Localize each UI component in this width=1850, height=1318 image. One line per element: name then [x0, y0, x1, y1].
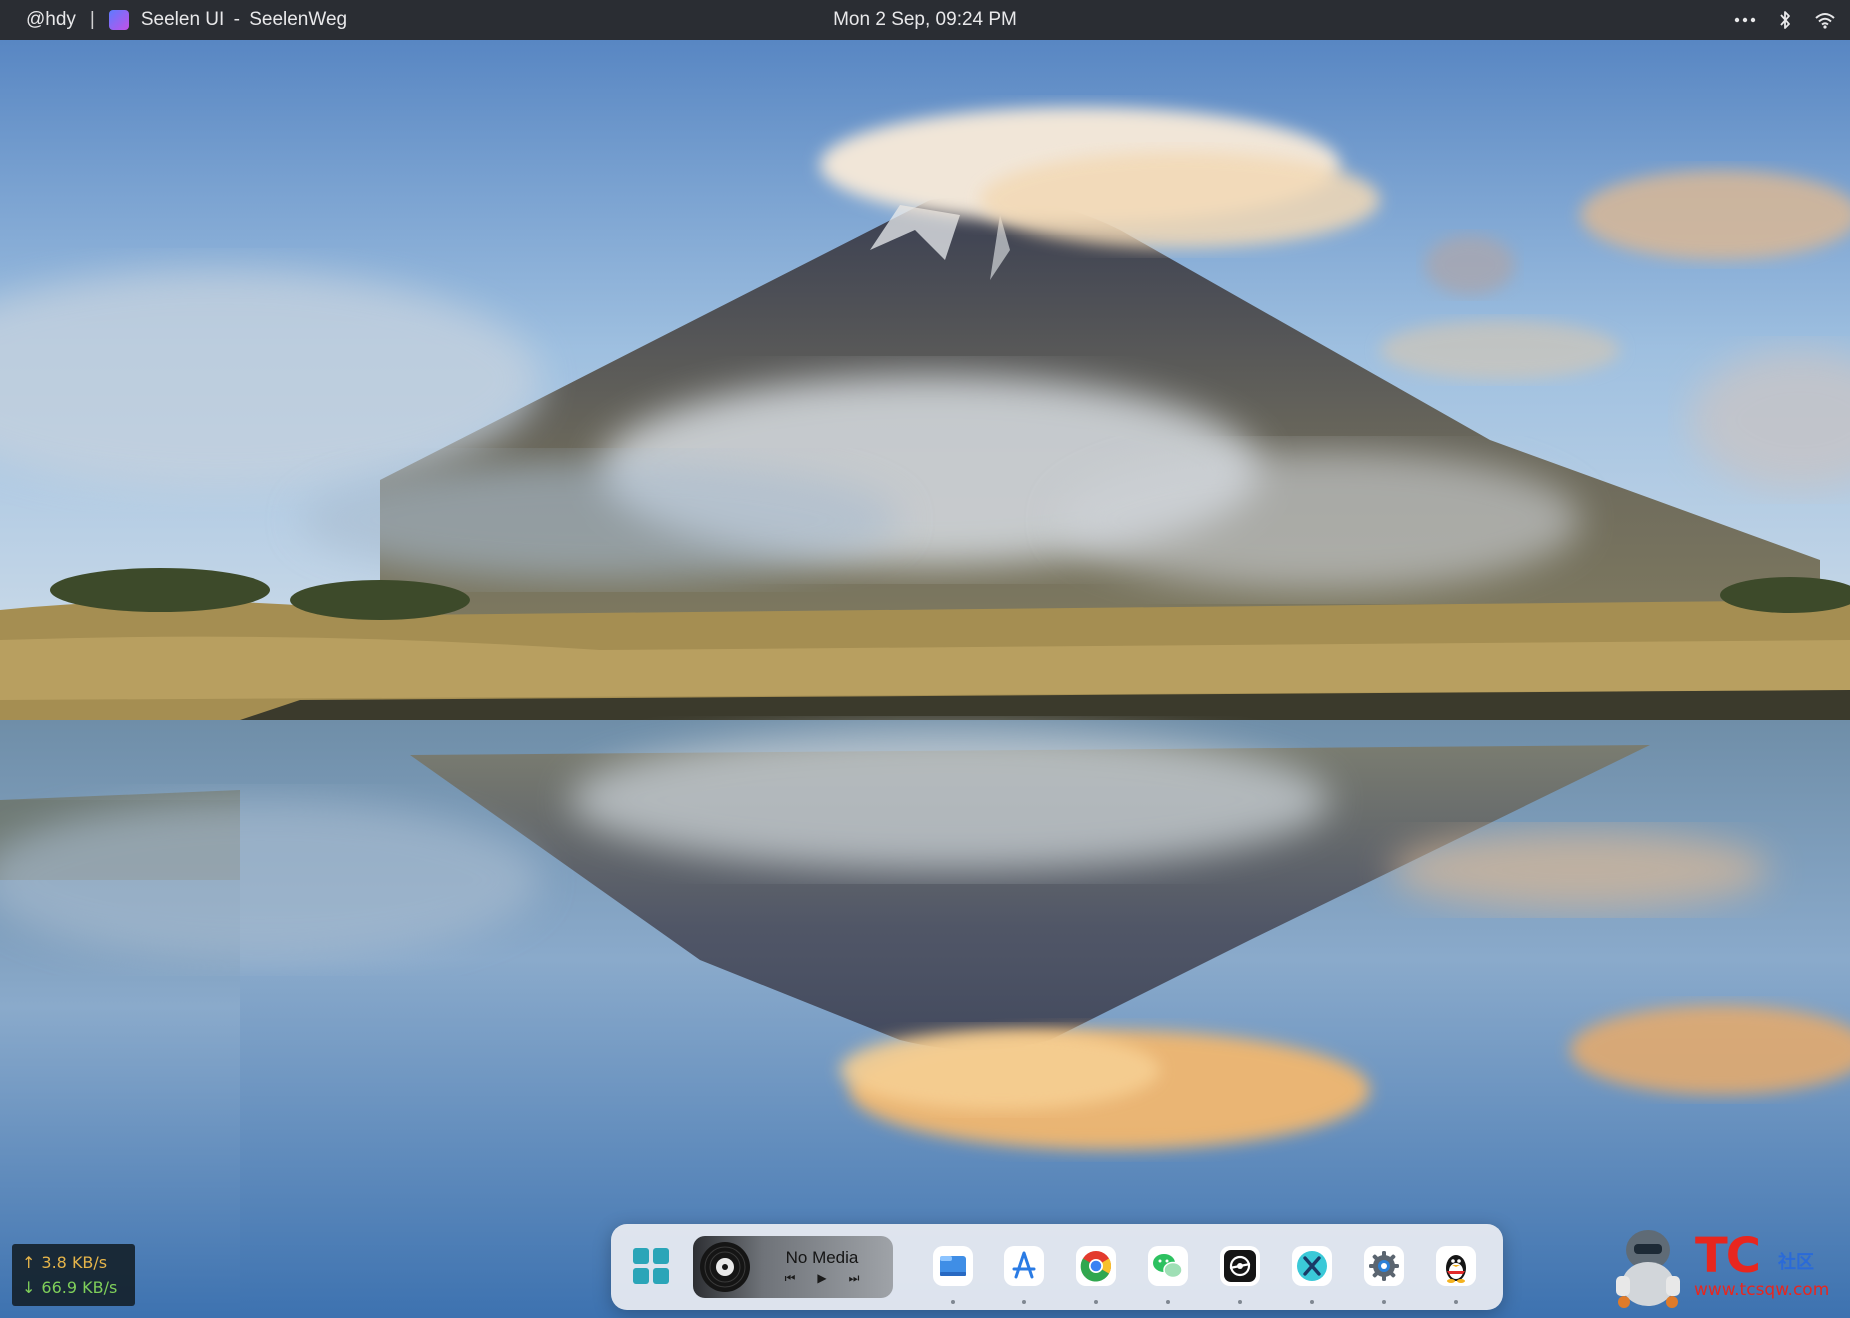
- running-indicator: [1022, 1300, 1026, 1304]
- wifi-icon[interactable]: [1814, 11, 1836, 29]
- download-arrow-icon: ↓: [22, 1278, 36, 1297]
- focused-app-title[interactable]: Seelen UI - SeelenWeg: [141, 9, 347, 31]
- vinyl-disc-icon: [699, 1241, 751, 1293]
- dock-app-settings[interactable]: [1358, 1242, 1410, 1304]
- dock-app-qq[interactable]: [1430, 1242, 1482, 1304]
- x-icon: [1290, 1244, 1334, 1293]
- dock-app-xshell[interactable]: [1286, 1242, 1338, 1304]
- download-speed: 66.9 KB/s: [41, 1278, 118, 1297]
- running-indicator: [1454, 1300, 1458, 1304]
- app-store-icon: [1002, 1244, 1046, 1293]
- media-info: No Media ⏮ ▶ ⏭: [751, 1248, 893, 1286]
- running-indicator: [1166, 1300, 1170, 1304]
- top-bar-left: @hdy | Seelen UI - SeelenWeg: [0, 9, 347, 31]
- user-label[interactable]: @hdy: [26, 9, 76, 31]
- gear-icon: [1362, 1244, 1406, 1293]
- upload-arrow-icon: ↑: [22, 1253, 36, 1272]
- running-indicator: [1094, 1300, 1098, 1304]
- more-icon[interactable]: [1734, 17, 1756, 23]
- wechat-icon: [1146, 1244, 1190, 1293]
- media-controls: ⏮ ▶ ⏭: [785, 1271, 860, 1286]
- system-tray: [1734, 0, 1836, 40]
- window-title: SeelenWeg: [249, 9, 348, 30]
- chrome-icon: [1074, 1244, 1118, 1293]
- upload-speed: 3.8 KB/s: [41, 1253, 108, 1272]
- clock-datetime[interactable]: Mon 2 Sep, 09:24 PM: [833, 9, 1017, 30]
- folder-icon: [931, 1244, 975, 1293]
- dock-app-wechat[interactable]: [1142, 1242, 1194, 1304]
- dock-seelenweg: No Media ⏮ ▶ ⏭: [611, 1224, 1503, 1310]
- running-indicator: [1382, 1300, 1386, 1304]
- running-indicator: [951, 1300, 955, 1304]
- desktop-wallpaper: [0, 0, 1850, 1318]
- bluetooth-icon[interactable]: [1778, 10, 1792, 30]
- running-indicator: [1310, 1300, 1314, 1304]
- media-title: No Media: [785, 1248, 859, 1267]
- windows-icon: [631, 1246, 671, 1291]
- separator: |: [89, 9, 95, 30]
- running-indicator: [1238, 1300, 1242, 1304]
- download-row: ↓ 66.9 KB/s: [22, 1275, 125, 1300]
- media-player-module[interactable]: No Media ⏮ ▶ ⏭: [693, 1236, 893, 1298]
- upload-row: ↑ 3.8 KB/s: [22, 1250, 125, 1275]
- play-icon[interactable]: ▶: [817, 1271, 826, 1286]
- watermark-url: www.tcsqw.com: [1694, 1280, 1830, 1300]
- robot-mascot-icon: [1604, 1224, 1692, 1315]
- title-dash: -: [233, 9, 240, 30]
- watermark-logo: TC: [1695, 1228, 1761, 1284]
- penguin-icon: [1434, 1244, 1478, 1293]
- dock-app-store[interactable]: [998, 1242, 1050, 1304]
- dock-app-chrome[interactable]: [1070, 1242, 1122, 1304]
- app-name: Seelen UI: [140, 9, 225, 30]
- tcsqw-watermark: TC 社区 www.tcsqw.com: [1600, 1222, 1840, 1312]
- dock-app-file-explorer[interactable]: [927, 1242, 979, 1304]
- previous-track-icon[interactable]: ⏮: [785, 1271, 796, 1286]
- dock-app-steam[interactable]: [1214, 1242, 1266, 1304]
- seelen-app-icon: [108, 10, 129, 30]
- top-bar: @hdy | Seelen UI - SeelenWeg Mon 2 Sep, …: [0, 0, 1850, 40]
- network-speed-widget: ↑ 3.8 KB/s ↓ 66.9 KB/s: [12, 1244, 135, 1306]
- steam-icon: [1218, 1244, 1262, 1293]
- dock-start-menu[interactable]: [625, 1242, 677, 1294]
- next-track-icon[interactable]: ⏭: [849, 1271, 860, 1286]
- watermark-cn: 社区: [1778, 1252, 1814, 1272]
